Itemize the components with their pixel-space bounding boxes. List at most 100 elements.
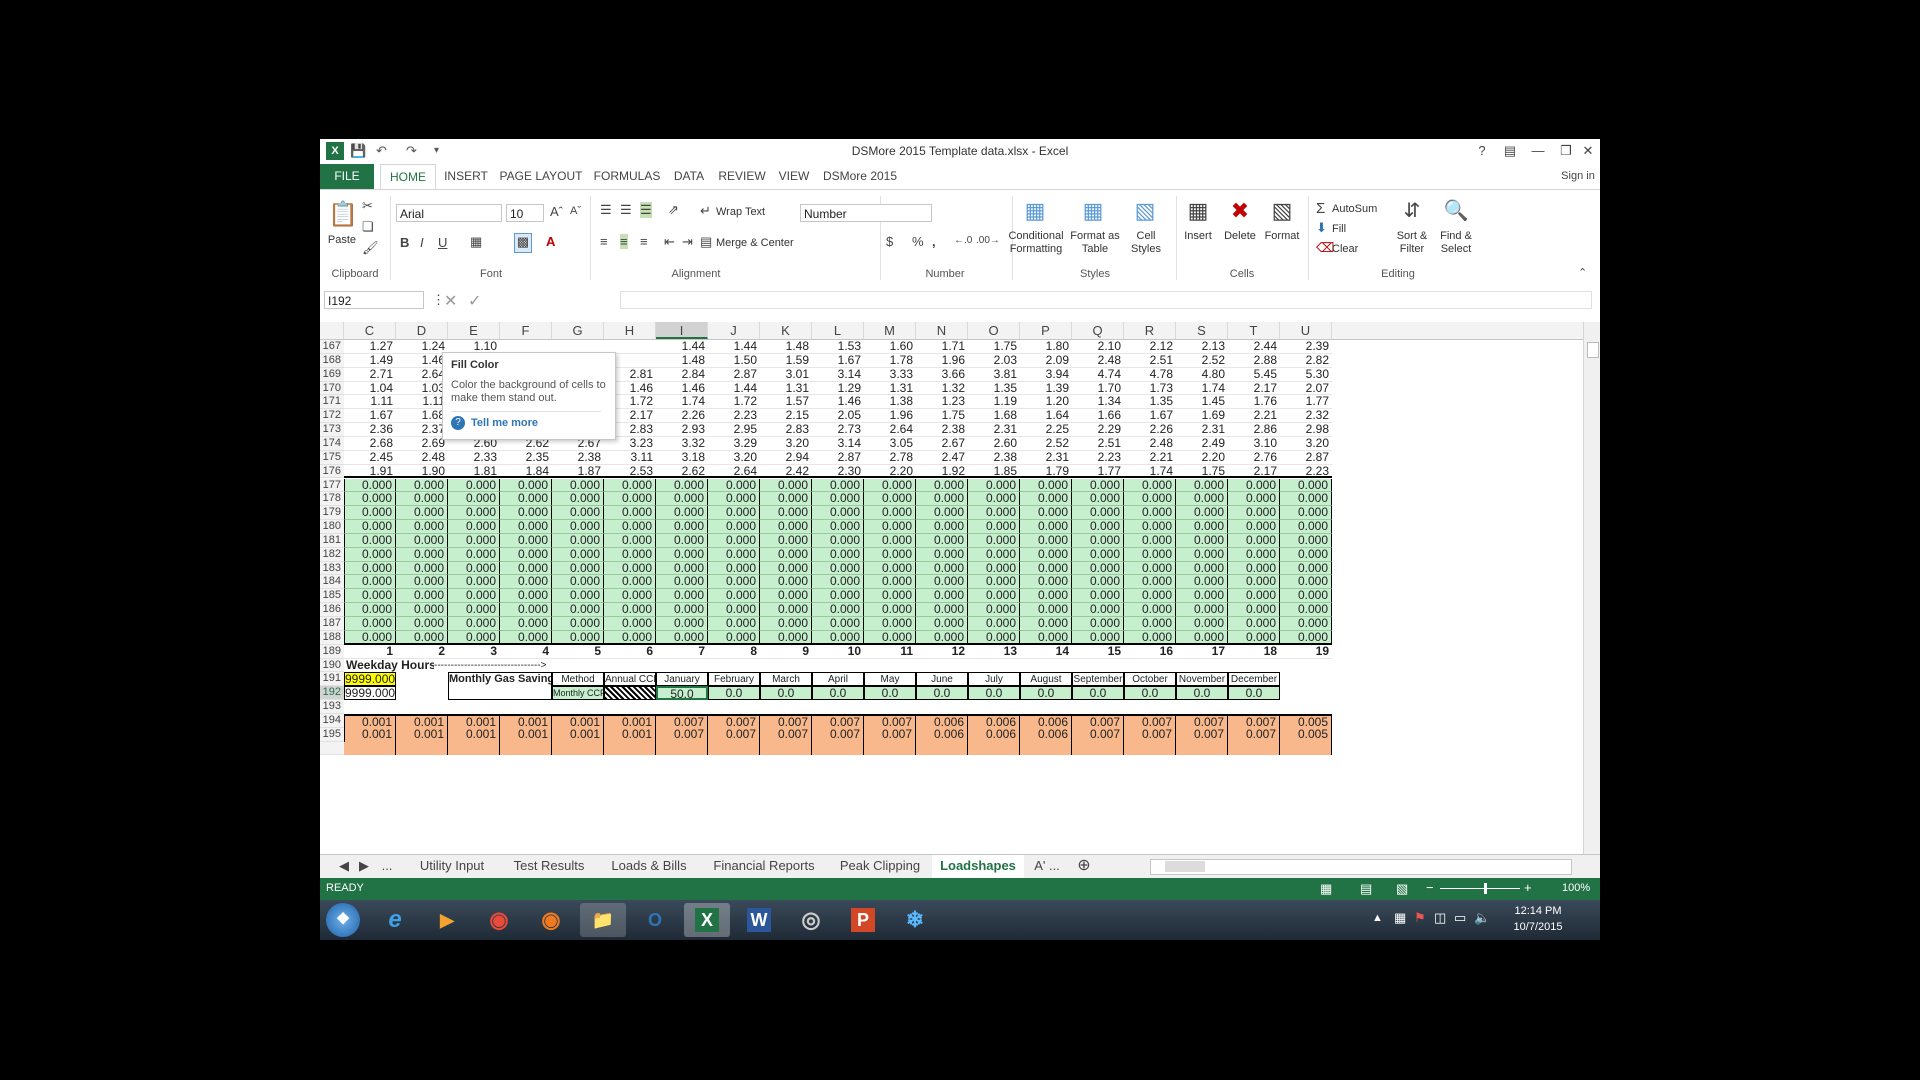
cell[interactable]: 0.007	[1228, 713, 1280, 728]
cell[interactable]: Monthly CCF	[552, 686, 604, 701]
cell[interactable]: 0.000	[864, 547, 916, 562]
cell[interactable]: 0.000	[344, 617, 396, 631]
cell[interactable]	[1280, 741, 1332, 756]
cell[interactable]: 3.11	[604, 451, 656, 465]
cell[interactable]: 0.000	[708, 478, 760, 493]
merge-center-button[interactable]: Merge & Center	[716, 237, 806, 250]
cell[interactable]: 2.35	[500, 451, 552, 465]
cell[interactable]: 3.14	[812, 368, 864, 382]
cell[interactable]: 0.000	[656, 492, 708, 507]
fill-color-icon[interactable]: ▩	[514, 233, 532, 253]
cell[interactable]: 1.96	[916, 354, 968, 368]
file-explorer-icon[interactable]: 📁	[580, 903, 626, 937]
cell[interactable]: 11	[864, 645, 916, 659]
cell[interactable]: 1	[344, 645, 396, 659]
align-left-icon[interactable]: ≡	[600, 234, 608, 249]
clock-time[interactable]: 12:14 PM	[1498, 905, 1578, 917]
cell[interactable]: 0.000	[552, 506, 604, 521]
sheet-tab-financial-reports[interactable]: Financial Reports	[702, 855, 826, 878]
cell[interactable]: 2.51	[1124, 354, 1176, 368]
cell[interactable]: 0.000	[656, 575, 708, 590]
cell[interactable]: 2.71	[344, 368, 396, 382]
cell[interactable]: 1.78	[864, 354, 916, 368]
cell[interactable]: 3.81	[968, 368, 1020, 382]
outlook-icon[interactable]: O	[632, 903, 678, 937]
cell[interactable]: 0.000	[1020, 492, 1072, 507]
cell[interactable]: 0.0	[1072, 686, 1124, 701]
cell[interactable]: 2.64	[396, 368, 448, 382]
cell[interactable]: 4.80	[1176, 368, 1228, 382]
row-header[interactable]: 179	[320, 506, 344, 521]
cell[interactable]: 2.09	[1020, 354, 1072, 368]
cell[interactable]: 0.001	[344, 713, 396, 728]
cell[interactable]: 0.000	[708, 520, 760, 534]
minimize-icon[interactable]: —	[1524, 141, 1552, 161]
cell[interactable]: 0.001	[448, 727, 500, 742]
formula-input[interactable]	[620, 291, 1592, 309]
cell[interactable]: 0.000	[1020, 547, 1072, 562]
cell[interactable]: 0.000	[1124, 492, 1176, 507]
cell[interactable]: 1.66	[1072, 409, 1124, 424]
grow-font-icon[interactable]: Aˆ	[550, 204, 563, 219]
wrap-text-button[interactable]: Wrap Text	[716, 206, 786, 219]
cell[interactable]: June	[916, 672, 968, 687]
next-sheet-icon[interactable]: ▶	[354, 855, 374, 878]
cell[interactable]: August	[1020, 672, 1072, 687]
cell[interactable]: Annual CCF	[604, 672, 656, 687]
cell[interactable]: 2.31	[1020, 451, 1072, 465]
cell[interactable]	[1020, 741, 1072, 756]
cell[interactable]: 0.000	[1176, 603, 1228, 617]
cell[interactable]: 0.000	[864, 589, 916, 604]
conditional-formatting-icon[interactable]: ▦	[1020, 198, 1050, 224]
tray-power-icon[interactable]: ◫	[1434, 910, 1446, 926]
ribbon-display-icon[interactable]: ▤	[1496, 141, 1524, 161]
cell[interactable]: 0.000	[968, 520, 1020, 534]
cell[interactable]: 1.48	[656, 354, 708, 368]
cell[interactable]: 0.000	[1072, 506, 1124, 521]
powerpoint-taskbar-icon[interactable]: P	[851, 908, 875, 932]
cell[interactable]: 0.000	[812, 547, 864, 562]
cell[interactable]: 0.000	[760, 533, 812, 548]
cell-styles-icon[interactable]: ▧	[1130, 198, 1160, 224]
cell[interactable]: 0.007	[864, 713, 916, 728]
column-header-r[interactable]: R	[1124, 322, 1176, 339]
cell[interactable]: 2.76	[1228, 451, 1280, 465]
cell[interactable]: 0.000	[448, 603, 500, 617]
cell[interactable]: 1.84	[500, 465, 552, 479]
cell[interactable]: 0.006	[968, 713, 1020, 728]
cell[interactable]	[448, 741, 500, 756]
cell[interactable]: 0.000	[344, 520, 396, 534]
column-header-p[interactable]: P	[1020, 322, 1072, 339]
cell[interactable]: 0.000	[864, 561, 916, 576]
cell[interactable]: 0.000	[500, 547, 552, 562]
column-header-c[interactable]: C	[344, 322, 396, 339]
more-sheets-icon[interactable]: ...	[374, 855, 400, 878]
cell[interactable]: 0.000	[604, 603, 656, 617]
cell[interactable]: 2.83	[760, 423, 812, 437]
cell[interactable]: 0.000	[916, 561, 968, 576]
cell[interactable]: 0.000	[396, 589, 448, 604]
snowflake-app-icon[interactable]: ❄	[892, 903, 938, 937]
cell[interactable]: 0.000	[448, 589, 500, 604]
cell[interactable]: 0.000	[344, 589, 396, 604]
cell[interactable]: April	[812, 672, 864, 687]
cell[interactable]	[604, 741, 656, 756]
cell[interactable]: 0.001	[396, 713, 448, 728]
cell[interactable]: 0.000	[864, 630, 916, 645]
cell[interactable]: 2.94	[760, 451, 812, 465]
row-header[interactable]: 170	[320, 381, 344, 396]
name-box[interactable]: I192	[324, 291, 424, 309]
cell[interactable]: 0.000	[1020, 561, 1072, 576]
cell[interactable]: 0.000	[396, 520, 448, 534]
cell[interactable]: 2.38	[968, 451, 1020, 465]
orientation-icon[interactable]: ⇗	[668, 202, 679, 218]
cell[interactable]: 3.05	[864, 437, 916, 451]
cell[interactable]: 0.000	[500, 492, 552, 507]
cell[interactable]: 0.000	[916, 547, 968, 562]
cell[interactable]: 0.001	[552, 727, 604, 742]
cell[interactable]: 0.007	[1124, 727, 1176, 742]
row-header[interactable]: 194	[320, 713, 344, 728]
cell[interactable]: 0.000	[708, 630, 760, 645]
cell[interactable]: 0.000	[760, 547, 812, 562]
tab-insert[interactable]: INSERT	[442, 164, 490, 189]
